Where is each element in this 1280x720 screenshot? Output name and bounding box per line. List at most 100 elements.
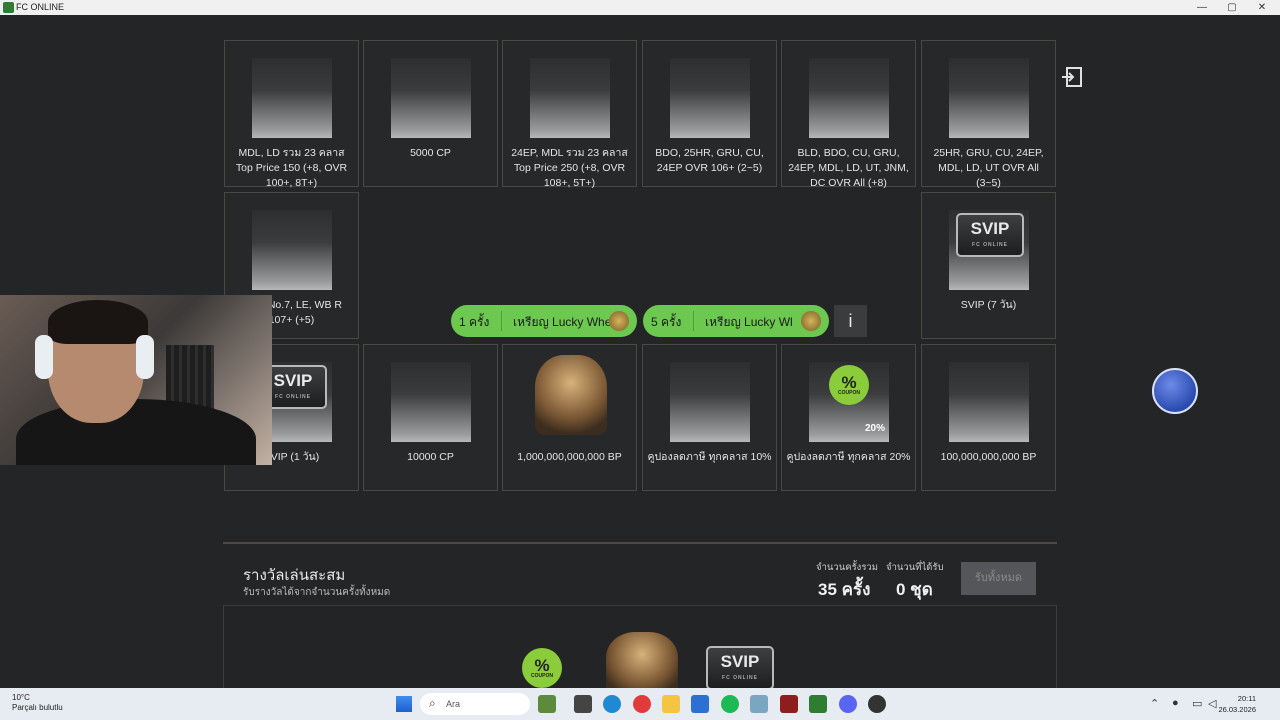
reward-label: 5000 CP bbox=[410, 147, 451, 159]
svip-logo-text: SVIP bbox=[273, 371, 313, 390]
reward-label: 1,000,000,000,000 BP bbox=[517, 451, 622, 463]
reward-card[interactable]: 100,000,000,000 BP bbox=[921, 344, 1056, 491]
taskbar-search[interactable]: ⌕ Ara bbox=[420, 693, 530, 715]
bp-coins-image bbox=[535, 355, 607, 435]
svip-badge: SVIP FC ONLINE bbox=[956, 213, 1024, 257]
spotify-icon[interactable] bbox=[721, 695, 739, 713]
search-placeholder: Ara bbox=[446, 699, 461, 709]
reward-card[interactable]: MDL, LD รวม 23 คลาส Top Price 150 (+8, O… bbox=[224, 40, 359, 189]
title-bar: FC ONLINE — ▢ ✕ bbox=[0, 0, 1280, 15]
discount-percent: 20% bbox=[864, 423, 885, 434]
window-title: FC ONLINE bbox=[16, 2, 65, 12]
bp-coins-image bbox=[606, 632, 678, 688]
divider bbox=[501, 311, 502, 331]
reward-card[interactable]: 25HR, GRU, CU, 24EP, MDL, LD, UT OVR All… bbox=[921, 40, 1056, 189]
coupon-sub: COUPON bbox=[838, 390, 860, 396]
volume-icon[interactable]: ◁ bbox=[1208, 697, 1216, 710]
reward-card[interactable]: BDO, 25HR, GRU, CU, 24EP OVR 106+ (2~5) bbox=[642, 40, 777, 187]
clock[interactable]: 20:11 26.03.2026 bbox=[1218, 693, 1256, 715]
app-icon-red[interactable] bbox=[780, 695, 798, 713]
section-divider bbox=[223, 542, 1057, 544]
reward-thumbnail bbox=[949, 58, 1029, 138]
webcam-overlay bbox=[0, 295, 272, 465]
exit-icon[interactable] bbox=[1061, 66, 1083, 88]
reward-thumbnail bbox=[949, 362, 1029, 442]
reward-card[interactable]: 24EP, MDL รวม 23 คลาส Top Price 250 (+8,… bbox=[502, 40, 637, 189]
reward-label: BDO, 25HR, GRU, CU, 24EP OVR 106+ (2~5) bbox=[655, 147, 764, 174]
headphone-right bbox=[136, 335, 154, 379]
svip-logo-text: SVIP bbox=[720, 652, 760, 671]
maximize-button[interactable]: ▢ bbox=[1217, 0, 1247, 15]
clock-time: 20:11 bbox=[1237, 694, 1256, 703]
rewards-subtitle: รับรางวัลได้จากจำนวนครั้งทั้งหมด bbox=[243, 587, 391, 598]
svip-sub-text: FC ONLINE bbox=[972, 242, 1008, 248]
reward-label: คูปองลดภาษี ทุกคลาส 10% bbox=[647, 451, 772, 463]
reward-label: SVIP (7 วัน) bbox=[960, 299, 1017, 311]
info-button[interactable]: i bbox=[834, 305, 867, 337]
weather-widget[interactable]: 10°C Parçalı bulutlu bbox=[12, 693, 63, 713]
total-spins-value: 35 ครั้ง bbox=[818, 580, 871, 599]
reward-card[interactable]: 5000 CP bbox=[363, 40, 498, 187]
coin-label: เหรียญ Lucky Whe bbox=[513, 315, 612, 329]
reward-thumbnail bbox=[670, 58, 750, 138]
coin-label: เหรียญ Lucky Wl bbox=[705, 315, 793, 329]
total-spins-label: จำนวนครั้งรวม bbox=[816, 562, 879, 573]
reward-thumbnail bbox=[252, 210, 332, 290]
fc-online-taskbar-icon[interactable] bbox=[809, 695, 827, 713]
headphone-left bbox=[35, 335, 53, 379]
search-icon: ⌕ bbox=[429, 696, 436, 710]
spin-five-button[interactable]: 5 ครั้ง เหรียญ Lucky Wl bbox=[643, 305, 829, 337]
divider bbox=[693, 311, 694, 331]
svip-badge: SVIP FC ONLINE bbox=[706, 646, 774, 688]
reward-label: 24EP, MDL รวม 23 คลาส Top Price 250 (+8,… bbox=[511, 147, 628, 189]
clock-date: 26.03.2026 bbox=[1218, 705, 1256, 714]
reward-card[interactable]: 10000 CP bbox=[363, 344, 498, 491]
reward-thumbnail bbox=[391, 58, 471, 138]
person-body bbox=[16, 399, 256, 465]
lucky-coin-icon bbox=[801, 311, 821, 331]
reward-label: MDL, LD รวม 23 คลาส Top Price 150 (+8, O… bbox=[235, 147, 348, 189]
edge-icon[interactable] bbox=[603, 695, 621, 713]
reward-label: คูปองลดภาษี ทุกคลาส 20% bbox=[786, 451, 911, 463]
reward-card[interactable]: คูปองลดภาษี ทุกคลาส 10% bbox=[642, 344, 777, 491]
opera-icon[interactable] bbox=[633, 695, 651, 713]
task-view-icon[interactable] bbox=[574, 695, 592, 713]
weather-temp: 10°C bbox=[12, 693, 30, 702]
taskbar-app-icon[interactable] bbox=[538, 695, 556, 713]
reward-label: 100,000,000,000 BP bbox=[940, 451, 1037, 463]
reward-thumbnail bbox=[391, 362, 471, 442]
community-chat-icon[interactable] bbox=[1152, 368, 1198, 414]
settings-icon[interactable] bbox=[750, 695, 768, 713]
reward-card[interactable]: BLD, BDO, CU, GRU, 24EP, MDL, LD, UT, JN… bbox=[781, 40, 916, 189]
reward-thumbnail bbox=[252, 58, 332, 138]
milestone-rewards-panel: % COUPON SVIP FC ONLINE bbox=[223, 605, 1057, 688]
reward-card[interactable]: % COUPON 20% คูปองลดภาษี ทุกคลาส 20% bbox=[781, 344, 916, 491]
claim-all-button[interactable]: รับทั้งหมด bbox=[961, 562, 1036, 595]
reward-thumbnail bbox=[530, 58, 610, 138]
microphone-icon[interactable]: ● bbox=[1172, 697, 1179, 709]
coupon-icon: % COUPON bbox=[829, 365, 869, 405]
received-label: จำนวนที่ได้รับ bbox=[886, 562, 944, 573]
store-icon[interactable] bbox=[691, 695, 709, 713]
coupon-sub: COUPON bbox=[531, 673, 553, 679]
reward-card[interactable]: 1,000,000,000,000 BP bbox=[502, 344, 637, 491]
taskbar: 10°C Parçalı bulutlu ⌕ Ara ⌃ ● ▭ ◁ 20:11… bbox=[0, 688, 1280, 720]
discord-icon[interactable] bbox=[839, 695, 857, 713]
network-icon[interactable]: ▭ bbox=[1192, 697, 1202, 710]
close-button[interactable]: ✕ bbox=[1247, 0, 1277, 15]
spin-once-button[interactable]: 1 ครั้ง เหรียญ Lucky Whe bbox=[451, 305, 637, 337]
game-stage: MDL, LD รวม 23 คลาส Top Price 150 (+8, O… bbox=[0, 15, 1280, 688]
spin-count: 5 ครั้ง bbox=[651, 315, 682, 329]
start-icon[interactable] bbox=[396, 696, 412, 712]
app-icon-dark[interactable] bbox=[868, 695, 886, 713]
reward-card[interactable]: SVIP FC ONLINE SVIP (7 วัน) bbox=[921, 192, 1056, 339]
rewards-title: รางวัลเล่นสะสม bbox=[243, 567, 346, 584]
received-value: 0 ชุด bbox=[896, 580, 933, 599]
file-explorer-icon[interactable] bbox=[662, 695, 680, 713]
svip-sub-text: FC ONLINE bbox=[722, 675, 758, 681]
reward-label: 10000 CP bbox=[407, 451, 454, 463]
tray-overflow-icon[interactable]: ⌃ bbox=[1150, 697, 1159, 710]
app-icon bbox=[3, 2, 14, 13]
reward-label: 25HR, GRU, CU, 24EP, MDL, LD, UT OVR All… bbox=[933, 147, 1044, 189]
minimize-button[interactable]: — bbox=[1187, 0, 1217, 15]
